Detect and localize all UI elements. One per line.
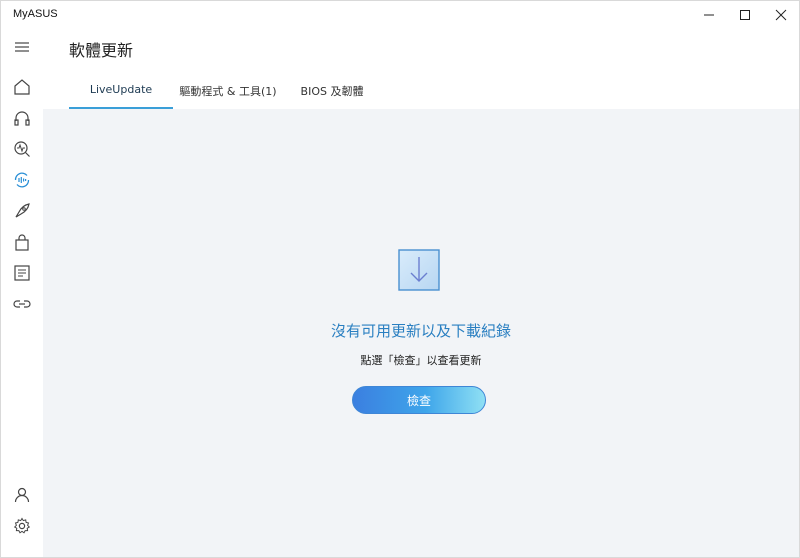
menu-icon [15, 42, 29, 52]
link-icon [13, 300, 31, 308]
headset-icon [14, 111, 30, 126]
app-title: MyASUS [13, 8, 58, 20]
page-title: 軟體更新 [69, 41, 134, 60]
sidebar-item-account[interactable] [10, 483, 34, 507]
minimize-button[interactable] [691, 1, 727, 29]
main-content: 沒有可用更新以及下載紀錄 點選「檢查」以查看更新 檢查 [43, 109, 799, 557]
sidebar [1, 29, 43, 557]
home-icon [14, 79, 30, 95]
sidebar-item-home[interactable] [10, 75, 34, 99]
rocket-icon [15, 203, 30, 218]
tab-drivers-tools[interactable]: 驅動程式 & 工具(1) [173, 83, 283, 109]
sidebar-item-live-update[interactable] [10, 168, 34, 192]
shopping-bag-icon [15, 234, 29, 251]
close-icon [775, 9, 787, 21]
user-icon [14, 487, 30, 503]
maximize-icon [740, 10, 750, 20]
minimize-icon [704, 14, 714, 16]
maximize-button[interactable] [727, 1, 763, 29]
diagnostics-icon [14, 141, 30, 157]
sidebar-item-news[interactable] [10, 261, 34, 285]
title-bar: MyASUS [1, 1, 799, 29]
settings-icon [13, 517, 31, 534]
sidebar-item-support[interactable] [10, 106, 34, 130]
live-update-icon [14, 172, 30, 188]
sidebar-item-settings[interactable] [10, 514, 34, 538]
menu-button[interactable] [10, 35, 34, 59]
download-box-icon [398, 249, 440, 291]
sidebar-item-link[interactable] [10, 292, 34, 316]
tab-liveupdate[interactable]: LiveUpdate [69, 83, 173, 109]
tab-bios-firmware[interactable]: BIOS 及韌體 [289, 83, 375, 109]
sidebar-item-optimization[interactable] [10, 199, 34, 223]
app-window: MyASUS 軟體更新 LiveUpdate 驅動程式 & 工具(1) BIOS… [0, 0, 800, 558]
news-icon [14, 265, 30, 281]
close-button[interactable] [763, 1, 799, 29]
empty-state-subtitle: 點選「檢查」以查看更新 [360, 354, 482, 367]
sidebar-item-diagnostics[interactable] [10, 137, 34, 161]
check-button[interactable]: 檢查 [352, 386, 486, 414]
page-header: 軟體更新 LiveUpdate 驅動程式 & 工具(1) BIOS 及韌體 [43, 29, 799, 109]
sidebar-item-store[interactable] [10, 231, 34, 255]
empty-state-title: 沒有可用更新以及下載紀錄 [330, 322, 511, 340]
